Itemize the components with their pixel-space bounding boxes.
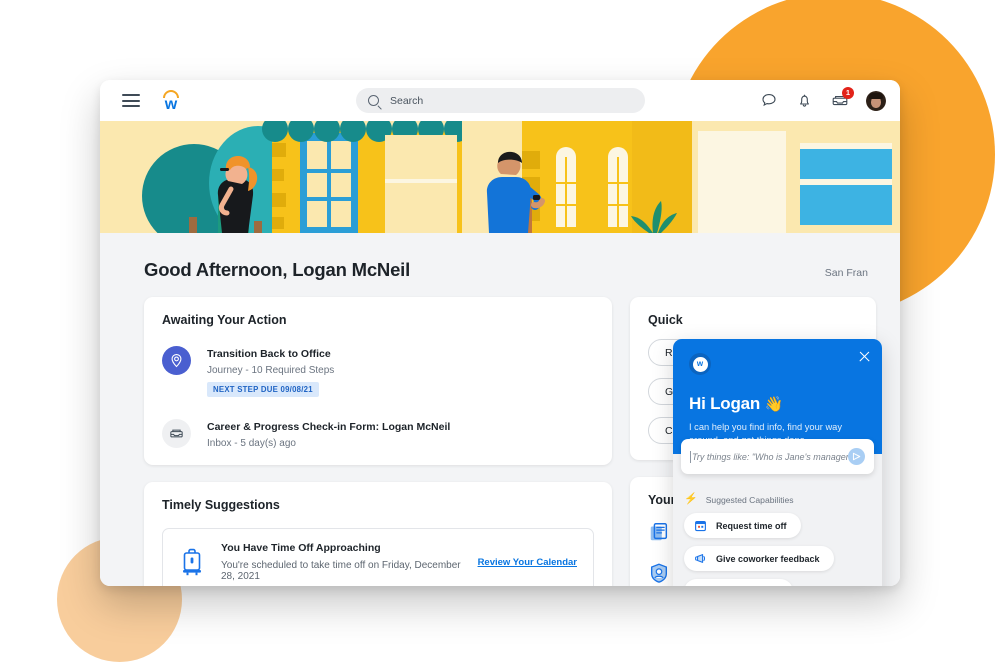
list-item-subtitle: Inbox - 5 day(s) ago <box>207 438 296 450</box>
capability-label: Request time off <box>716 520 787 531</box>
list-item[interactable]: Career & Progress Check-in Form: Logan M… <box>162 419 594 449</box>
lightning-bolt-icon: ⚡ <box>684 493 698 505</box>
awaiting-title: Awaiting Your Action <box>162 313 287 327</box>
assistant-input-placeholder: Try things like: "Who is Jane's manager?… <box>692 451 848 462</box>
page-root: w Search 1 Good Afternoon, Logan McNeil … <box>0 0 1000 667</box>
suitcase-icon <box>179 547 205 577</box>
inbox-icon <box>162 419 191 449</box>
awaiting-your-action-card: Awaiting Your Action Transition Back to … <box>144 297 612 466</box>
header-icon-group: 1 <box>761 80 886 121</box>
capability-view-tax-forms[interactable]: View tax forms <box>684 579 794 586</box>
assistant-heading-text: Hi Logan <box>689 394 761 413</box>
pay-documents-icon <box>648 521 670 548</box>
workday-assistant-logo-icon: w <box>689 353 711 375</box>
list-item[interactable]: Transition Back to Office Journey - 10 R… <box>162 346 594 398</box>
capability-row: Request time off <box>684 505 871 538</box>
capability-request-time-off[interactable]: Request time off <box>684 513 801 538</box>
search-icon <box>368 95 379 106</box>
hamburger-menu-icon[interactable] <box>122 94 140 107</box>
app-window: w Search 1 Good Afternoon, Logan McNeil … <box>100 80 900 586</box>
list-item-title: Transition Back to Office <box>207 348 331 360</box>
timely-title: Timely Suggestions <box>162 498 280 513</box>
list-item-body: Career & Progress Check-in Form: Logan M… <box>207 419 450 449</box>
send-icon[interactable] <box>848 448 865 465</box>
location-label: San Fran <box>824 267 868 279</box>
list-item-body: Transition Back to Office Journey - 10 R… <box>207 346 335 398</box>
bell-icon[interactable] <box>796 92 813 109</box>
journey-location-pin-icon <box>162 346 191 375</box>
search-input[interactable]: Search <box>356 88 645 113</box>
megaphone-icon <box>694 552 707 565</box>
document-icon <box>694 585 707 586</box>
chat-bubble-icon[interactable] <box>761 92 778 109</box>
list-item-subtitle: Journey - 10 Required Steps <box>207 365 335 377</box>
time-off-suggestion[interactable]: You Have Time Off Approaching You're sch… <box>162 528 594 586</box>
suggested-capabilities-header: ⚡ Suggested Capabilities <box>684 494 871 505</box>
text-caret <box>690 450 691 463</box>
assistant-panel: w Hi Logan 👋 I can help you find info, f… <box>673 339 882 586</box>
wave-emoji: 👋 <box>764 396 784 413</box>
avatar[interactable] <box>866 90 886 111</box>
timely-suggestions-card: Timely Suggestions You Have Time Off App… <box>144 482 612 586</box>
page-title: Good Afternoon, Logan McNeil <box>144 259 411 280</box>
suggestion-body: You Have Time Off Approaching You're sch… <box>221 542 466 582</box>
calendar-icon <box>694 519 707 532</box>
status-badge: NEXT STEP DUE 09/08/21 <box>207 382 319 398</box>
capability-give-coworker-feedback[interactable]: Give coworker feedback <box>684 546 834 571</box>
quick-tasks-title: Quick <box>648 313 683 327</box>
left-column: Awaiting Your Action Transition Back to … <box>144 297 612 586</box>
inbox-badge: 1 <box>842 87 854 99</box>
capability-row: Give coworker feedback <box>684 538 871 571</box>
home-page-body: Good Afternoon, Logan McNeil San Fran Aw… <box>100 233 900 586</box>
close-icon[interactable] <box>858 350 871 363</box>
hero-banner-illustration <box>100 121 900 233</box>
app-header: w Search 1 <box>100 80 900 121</box>
capability-label: Give coworker feedback <box>716 553 820 564</box>
benefits-shield-icon <box>648 562 670 586</box>
suggested-capabilities-label: Suggested Capabilities <box>705 494 794 505</box>
list-item-title: Career & Progress Check-in Form: Logan M… <box>207 421 451 434</box>
inbox-icon[interactable]: 1 <box>831 87 854 109</box>
suggestion-subtitle: You're scheduled to take time off on Fri… <box>221 560 461 583</box>
search-placeholder: Search <box>390 94 424 107</box>
workday-logo-icon[interactable]: w <box>160 89 182 112</box>
assistant-heading: Hi Logan 👋 <box>689 394 866 414</box>
greeting-row: Good Afternoon, Logan McNeil San Fran <box>100 233 900 281</box>
review-calendar-link[interactable]: Review Your Calendar <box>478 557 577 568</box>
assistant-input[interactable]: Try things like: "Who is Jane's manager?… <box>681 439 874 474</box>
suggestion-title: You Have Time Off Approaching <box>221 542 381 555</box>
assistant-header: w Hi Logan 👋 I can help you find info, f… <box>673 339 882 454</box>
capability-row: View tax forms <box>684 571 871 586</box>
